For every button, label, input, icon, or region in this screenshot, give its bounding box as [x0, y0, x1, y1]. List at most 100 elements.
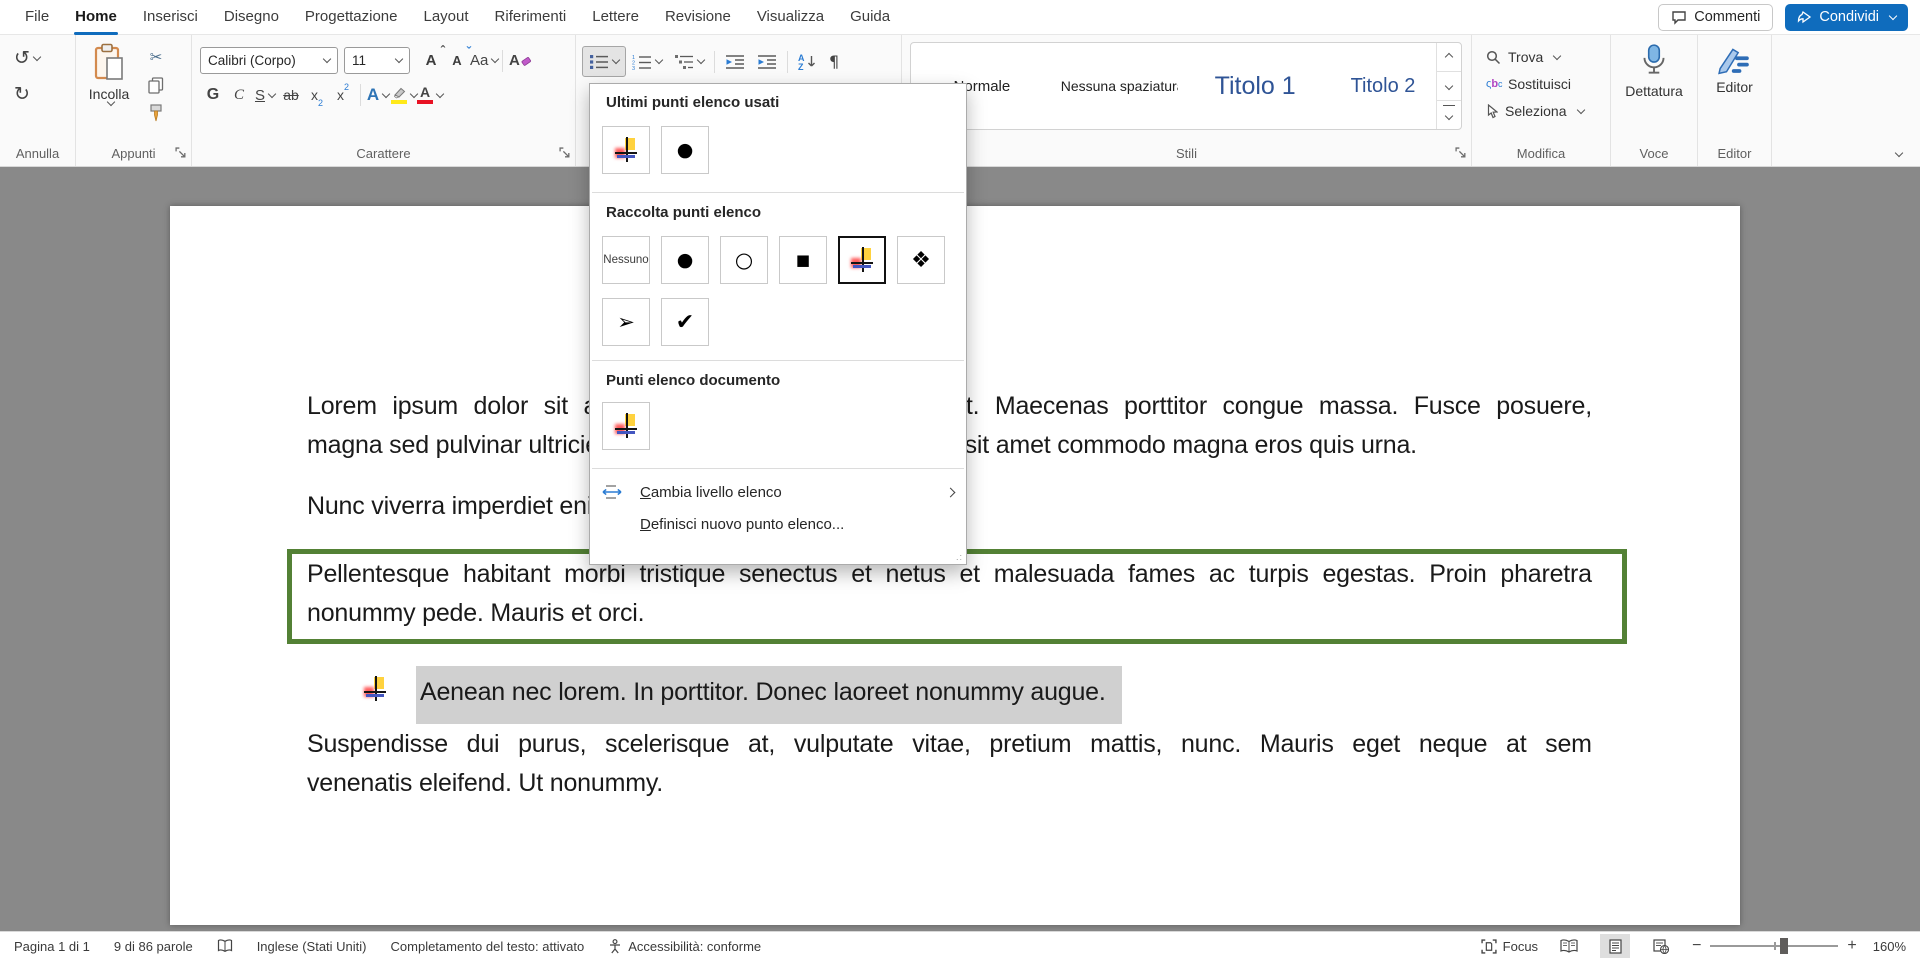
tab-file[interactable]: File: [12, 0, 62, 35]
find-chevron[interactable]: [1553, 51, 1561, 59]
selected-text[interactable]: Aenean nec lorem. In porttitor. Donec la…: [416, 666, 1122, 724]
find-button[interactable]: Trova: [1486, 46, 1560, 68]
tab-revisione[interactable]: Revisione: [652, 0, 744, 35]
word-count[interactable]: 9 di 86 parole: [114, 939, 193, 954]
subscript-button[interactable]: x2: [304, 82, 330, 108]
web-layout-button[interactable]: [1646, 934, 1676, 958]
text-effects-button[interactable]: A: [365, 82, 391, 108]
font-size-chevron[interactable]: [395, 55, 403, 63]
tab-disegno[interactable]: Disegno: [211, 0, 292, 35]
proofing-status[interactable]: [217, 939, 233, 953]
bullet-tile-none[interactable]: Nessuno: [602, 236, 650, 284]
strikethrough-button[interactable]: ab: [278, 82, 304, 108]
tab-guida[interactable]: Guida: [837, 0, 903, 35]
copy-button[interactable]: [142, 73, 170, 97]
tab-lettere[interactable]: Lettere: [579, 0, 652, 35]
bullet-tile-open-circle[interactable]: ○: [720, 236, 768, 284]
bullets-chevron[interactable]: [612, 56, 620, 64]
zoom-slider-handle[interactable]: [1780, 938, 1788, 954]
zoom-in-button[interactable]: +: [1847, 937, 1856, 955]
multilevel-list-chevron[interactable]: [697, 56, 705, 64]
zoom-out-button[interactable]: −: [1692, 937, 1701, 955]
accessibility-status[interactable]: Accessibilità: conforme: [608, 939, 761, 954]
format-painter-button[interactable]: [142, 101, 170, 125]
decrease-indent-button[interactable]: [719, 48, 751, 76]
dictate-button[interactable]: Dettatura: [1611, 43, 1697, 99]
text-completion-status[interactable]: Completamento del testo: attivato: [391, 939, 585, 954]
bullet-tile-checkmark[interactable]: ✔: [661, 298, 709, 346]
font-color-chevron[interactable]: [436, 89, 444, 97]
styles-scroll-down-button[interactable]: [1437, 72, 1461, 101]
superscript-button[interactable]: x2: [330, 82, 356, 108]
bullet-tile-custom-document[interactable]: [602, 402, 650, 450]
page-count[interactable]: Pagina 1 di 1: [14, 939, 90, 954]
select-button[interactable]: Seleziona: [1486, 100, 1584, 122]
bulleted-list-item[interactable]: Aenean nec lorem. In porttitor. Donec la…: [362, 666, 1122, 724]
styles-expand-button[interactable]: [1437, 101, 1461, 129]
boxed-paragraph-line-2[interactable]: nonummy pede. Mauris et orci.: [307, 599, 1592, 628]
underline-button[interactable]: S: [252, 82, 278, 108]
share-button[interactable]: Condividi: [1785, 4, 1908, 31]
style-titolo-2[interactable]: Titolo 2: [1330, 75, 1436, 98]
font-color-button[interactable]: A: [417, 82, 443, 108]
bullet-tile-custom-selected[interactable]: [838, 236, 886, 284]
select-chevron[interactable]: [1576, 105, 1584, 113]
shrink-font-button[interactable]: A: [444, 48, 470, 74]
share-dropdown-chevron[interactable]: [1889, 11, 1897, 19]
tab-progettazione[interactable]: Progettazione: [292, 0, 411, 35]
grow-font-button[interactable]: A: [418, 48, 444, 74]
font-size-combo[interactable]: 11: [344, 47, 410, 74]
tab-visualizza[interactable]: Visualizza: [744, 0, 837, 35]
cut-button[interactable]: ✂: [142, 45, 170, 69]
sort-button[interactable]: AZ: [792, 48, 823, 76]
bullet-tile-four-diamonds[interactable]: ❖: [897, 236, 945, 284]
bullet-tile-filled-circle-recent[interactable]: ●: [661, 126, 709, 174]
bullet-tile-square[interactable]: ■: [779, 236, 827, 284]
zoom-slider[interactable]: [1710, 945, 1838, 947]
editor-button[interactable]: Editor: [1698, 43, 1771, 95]
print-layout-button[interactable]: [1600, 934, 1630, 958]
undo-chevron[interactable]: [33, 52, 41, 60]
resize-grip[interactable]: .:: [956, 552, 963, 562]
bullet-tile-arrow[interactable]: ➢: [602, 298, 650, 346]
styles-scroll-up-button[interactable]: [1437, 43, 1461, 72]
multilevel-list-button[interactable]: [668, 48, 710, 76]
focus-mode-button[interactable]: Focus: [1481, 939, 1538, 954]
bullet-tile-custom-recent[interactable]: [602, 126, 650, 174]
bullets-button[interactable]: [582, 46, 626, 77]
bold-button[interactable]: G: [200, 82, 226, 108]
bullet-tile-filled-circle[interactable]: ●: [661, 236, 709, 284]
paragraph-5-line-2[interactable]: venenatis eleifend. Ut nonummy.: [307, 769, 1592, 798]
tab-layout[interactable]: Layout: [411, 0, 482, 35]
numbering-button[interactable]: 123: [626, 48, 668, 76]
italic-button[interactable]: C: [226, 82, 252, 108]
numbering-chevron[interactable]: [655, 56, 663, 64]
underline-chevron[interactable]: [268, 89, 276, 97]
tab-inserisci[interactable]: Inserisci: [130, 0, 211, 35]
highlight-button[interactable]: [391, 82, 417, 108]
style-nessuna-spaziatura[interactable]: Nessuna spaziatura: [1061, 78, 1179, 94]
language-status[interactable]: Inglese (Stati Uniti): [257, 939, 367, 954]
font-name-chevron[interactable]: [323, 55, 331, 63]
redo-button[interactable]: ↻: [14, 83, 30, 105]
font-name-combo[interactable]: Calibri (Corpo): [200, 47, 338, 74]
define-new-bullet-item[interactable]: Definisci nuovo punto elenco...: [590, 508, 966, 540]
clear-formatting-button[interactable]: A: [507, 48, 533, 74]
paste-button[interactable]: Incolla: [84, 43, 134, 137]
tab-home[interactable]: Home: [62, 0, 130, 35]
show-paragraph-marks-button[interactable]: ¶: [823, 48, 845, 76]
replace-button[interactable]: ςbc Sostituisci: [1486, 73, 1571, 95]
change-case-chevron[interactable]: [491, 55, 499, 63]
read-mode-button[interactable]: [1554, 934, 1584, 958]
change-case-button[interactable]: Aa: [470, 48, 498, 74]
change-list-level-item[interactable]: Cambia livello elenco: [590, 476, 966, 508]
collapse-ribbon-chevron[interactable]: [1895, 149, 1903, 157]
increase-indent-button[interactable]: [751, 48, 783, 76]
comments-button[interactable]: Commenti: [1658, 4, 1773, 31]
text-effects-chevron[interactable]: [382, 89, 390, 97]
style-titolo-1[interactable]: Titolo 1: [1196, 72, 1314, 101]
paragraph-5-line-1[interactable]: Suspendisseduipurus,scelerisqueat,vulput…: [307, 730, 1592, 759]
undo-button[interactable]: ↺: [14, 47, 40, 69]
tab-riferimenti[interactable]: Riferimenti: [482, 0, 580, 35]
zoom-percentage[interactable]: 160%: [1873, 939, 1906, 954]
